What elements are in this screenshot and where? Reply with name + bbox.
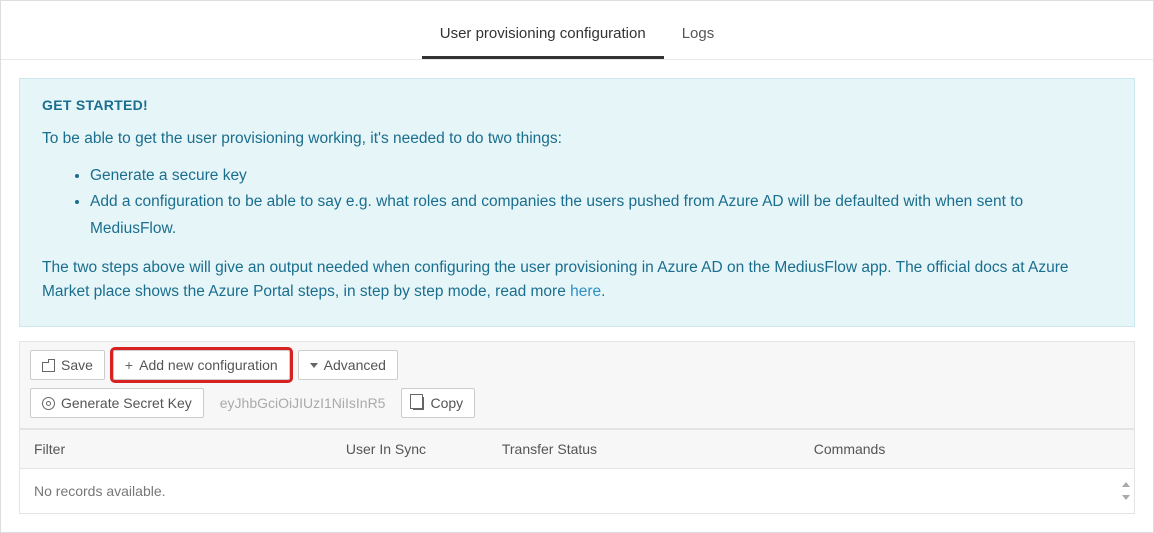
save-button[interactable]: Save	[30, 350, 105, 380]
content-area: GET STARTED! To be able to get the user …	[1, 60, 1153, 532]
tab-user-provisioning-config[interactable]: User provisioning configuration	[422, 19, 664, 59]
col-header-transfer-status[interactable]: Transfer Status	[488, 430, 800, 469]
toolbar: Save + Add new configuration Advanced Ge…	[19, 341, 1135, 429]
tab-logs[interactable]: Logs	[664, 19, 733, 59]
tab-bar: User provisioning configuration Logs	[1, 1, 1153, 60]
copy-icon	[413, 397, 424, 410]
scroll-indicator[interactable]	[1122, 482, 1130, 500]
copy-button[interactable]: Copy	[401, 388, 475, 418]
save-icon	[42, 359, 55, 372]
col-header-user-in-sync[interactable]: User In Sync	[332, 430, 488, 469]
step-add-configuration: Add a configuration to be able to say e.…	[90, 189, 1112, 242]
chevron-down-icon	[310, 363, 318, 368]
col-header-commands[interactable]: Commands	[800, 430, 1134, 469]
toolbar-row-1: Save + Add new configuration Advanced	[30, 350, 1124, 380]
save-button-label: Save	[61, 357, 93, 373]
secret-key-preview: eyJhbGciOiJIUzI1NiIsInR5	[212, 395, 394, 411]
step-generate-key: Generate a secure key	[90, 163, 1112, 189]
table-header-row: Filter User In Sync Transfer Status Comm…	[20, 430, 1134, 469]
advanced-button[interactable]: Advanced	[298, 350, 398, 380]
gear-icon	[42, 397, 55, 410]
read-more-link[interactable]: here	[570, 283, 601, 300]
no-records-text: No records available.	[34, 483, 166, 499]
get-started-intro: To be able to get the user provisioning …	[42, 127, 1112, 151]
generate-secret-key-button[interactable]: Generate Secret Key	[30, 388, 204, 418]
no-records-row: No records available.	[20, 469, 1134, 513]
app-container: User provisioning configuration Logs GET…	[0, 0, 1154, 533]
footer-text-post: .	[601, 283, 605, 300]
config-table: Filter User In Sync Transfer Status Comm…	[20, 429, 1134, 469]
scroll-up-icon	[1122, 482, 1130, 487]
add-new-configuration-button[interactable]: + Add new configuration	[113, 350, 290, 380]
plus-icon: +	[125, 358, 133, 372]
footer-text-pre: The two steps above will give an output …	[42, 259, 1069, 300]
advanced-button-label: Advanced	[324, 357, 386, 373]
generate-key-button-label: Generate Secret Key	[61, 395, 192, 411]
get-started-footer: The two steps above will give an output …	[42, 256, 1112, 304]
get-started-steps: Generate a secure key Add a configuratio…	[42, 163, 1112, 242]
get-started-title: GET STARTED!	[42, 97, 1112, 113]
add-config-button-label: Add new configuration	[139, 357, 278, 373]
toolbar-row-2: Generate Secret Key eyJhbGciOiJIUzI1NiIs…	[30, 388, 1124, 418]
scroll-down-icon	[1122, 495, 1130, 500]
copy-button-label: Copy	[430, 395, 463, 411]
data-grid: Filter User In Sync Transfer Status Comm…	[19, 429, 1135, 514]
get-started-panel: GET STARTED! To be able to get the user …	[19, 78, 1135, 327]
col-header-filter[interactable]: Filter	[20, 430, 332, 469]
